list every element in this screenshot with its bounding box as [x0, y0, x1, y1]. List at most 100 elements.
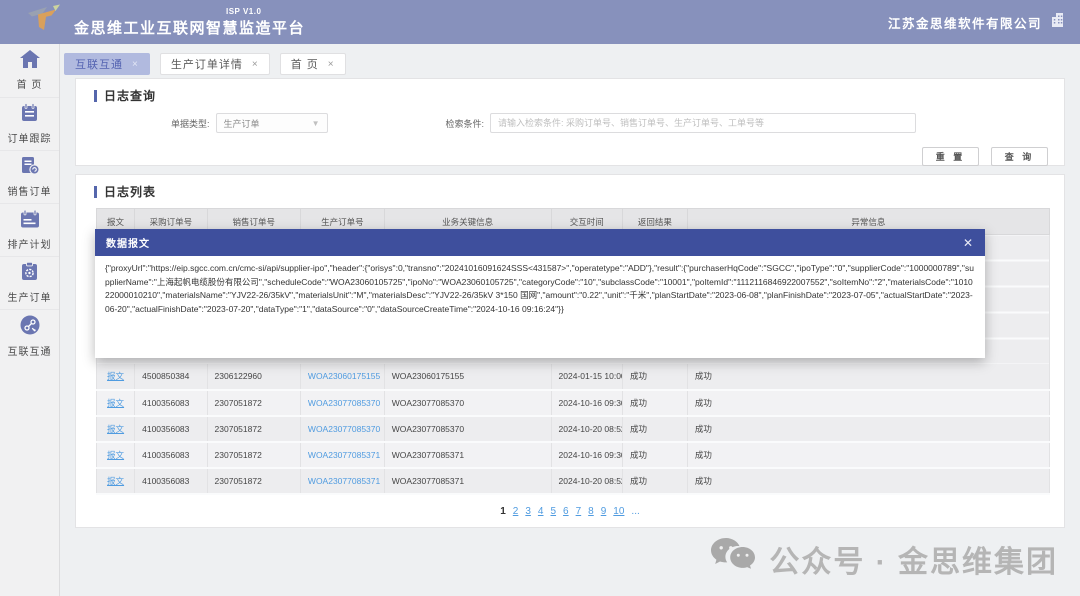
interaction-time-cell: 2024-10-16 09:30:54: [551, 390, 622, 416]
brand-block: ISP V1.0 金思维工业互联网智慧监造平台: [74, 7, 305, 38]
page-link[interactable]: 4: [538, 506, 544, 517]
tab-close-icon[interactable]: ×: [132, 59, 139, 70]
page-link[interactable]: 3: [525, 506, 531, 517]
sidebar-item-label: 互联互通: [8, 343, 52, 358]
table-row: 报文 4500850384 2306122960 WOA23060175155 …: [97, 364, 1050, 390]
reset-button[interactable]: 重 置: [922, 147, 979, 166]
sidebar-item-label: 排产计划: [8, 236, 52, 251]
sidebar-item-production-order[interactable]: 生产订单: [0, 256, 59, 309]
purchase-order-cell: 4500850384: [135, 364, 207, 390]
tab-bar: 互联互通 × 生产订单详情 × 首 页 ×: [60, 44, 1080, 78]
production-order-link[interactable]: WOA23077085370: [308, 398, 380, 408]
page-link[interactable]: 8: [588, 506, 594, 517]
tab-close-icon[interactable]: ×: [252, 59, 259, 70]
log-list-title: 日志列表: [76, 175, 1064, 200]
sidebar-item-schedule-plan[interactable]: 排产计划: [0, 203, 59, 256]
app-title: 金思维工业互联网智慧监造平台: [74, 17, 305, 38]
page-link[interactable]: 7: [576, 506, 582, 517]
tab-home[interactable]: 首 页 ×: [280, 53, 346, 75]
production-order-icon: [21, 262, 38, 286]
sidebar-item-label: 首 页: [17, 76, 43, 91]
watermark-text: 公众号 · 金思维集团: [769, 537, 1058, 581]
message-link[interactable]: 报文: [107, 371, 124, 381]
table-row: 报文 4100356083 2307051872 WOA23077085371 …: [97, 468, 1050, 494]
order-tracking-icon: [20, 103, 39, 127]
sidebar-item-label: 生产订单: [8, 289, 52, 304]
modal-header: 数据报文 ✕: [95, 229, 985, 256]
doc-type-select[interactable]: 生产订单 ▼: [216, 113, 328, 133]
purchase-order-cell: 4100356083: [135, 416, 207, 442]
business-key-cell: WOA23077085370: [384, 390, 551, 416]
production-order-link[interactable]: WOA23077085371: [308, 476, 380, 486]
purchase-order-cell: 4100356083: [135, 390, 207, 416]
query-button-row: 重 置 查 询: [76, 147, 1048, 166]
production-order-link[interactable]: WOA23077085371: [308, 450, 380, 460]
close-icon[interactable]: ✕: [963, 236, 974, 250]
data-message-modal: 数据报文 ✕ {"proxyUrl":"https://eip.sgcc.com…: [95, 229, 985, 358]
sidebar-item-label: 销售订单: [8, 183, 52, 198]
chevron-down-icon: ▼: [312, 119, 320, 128]
interaction-time-cell: 2024-10-16 09:30:55: [551, 442, 622, 468]
business-key-cell: WOA23077085370: [384, 416, 551, 442]
header-company: 江苏金思维软件有限公司: [888, 0, 1064, 44]
exception-info-cell: 成功: [687, 416, 1049, 442]
table-row: 报文 4100356083 2307051872 WOA23077085370 …: [97, 416, 1050, 442]
query-button[interactable]: 查 询: [991, 147, 1048, 166]
sidebar-item-home[interactable]: 首 页: [0, 44, 59, 97]
page-link[interactable]: 9: [601, 506, 607, 517]
title-accent-bar: [94, 90, 97, 102]
tab-label: 首 页: [291, 56, 319, 72]
table-row: 报文 4100356083 2307051872 WOA23077085371 …: [97, 442, 1050, 468]
page-ellipsis[interactable]: ...: [631, 506, 639, 517]
tab-label: 互联互通: [75, 56, 123, 72]
message-link[interactable]: 报文: [107, 476, 124, 486]
return-result-cell: 成功: [623, 442, 688, 468]
sidebar-item-label: 订单跟踪: [8, 130, 52, 145]
message-link[interactable]: 报文: [107, 398, 124, 408]
sidebar-item-interconnect[interactable]: 互联互通: [0, 309, 59, 362]
page-link[interactable]: 6: [563, 506, 569, 517]
sales-order-cell: 2307051872: [207, 390, 300, 416]
log-query-panel: 日志查询 单据类型: 生产订单 ▼ 检索条件: 重 置 查 询: [75, 78, 1065, 166]
search-condition-label: 检索条件:: [446, 117, 485, 130]
exception-info-cell: 成功: [687, 468, 1049, 494]
query-form-row: 单据类型: 生产订单 ▼ 检索条件:: [76, 113, 1064, 133]
purchase-order-cell: 4100356083: [135, 442, 207, 468]
interconnect-icon: [20, 315, 40, 340]
return-result-cell: 成功: [623, 390, 688, 416]
production-order-link[interactable]: WOA23060175155: [308, 371, 380, 381]
sales-order-icon: [20, 156, 40, 180]
message-link[interactable]: 报文: [107, 424, 124, 434]
tab-interconnect[interactable]: 互联互通 ×: [64, 53, 150, 75]
production-order-link[interactable]: WOA23077085370: [308, 424, 380, 434]
return-result-cell: 成功: [623, 416, 688, 442]
schedule-plan-icon: [20, 210, 40, 233]
modal-title: 数据报文: [106, 235, 150, 250]
return-result-cell: 成功: [623, 364, 688, 390]
tab-close-icon[interactable]: ×: [328, 59, 335, 70]
sidebar-item-order-tracking[interactable]: 订单跟踪: [0, 97, 59, 150]
sales-order-cell: 2306122960: [207, 364, 300, 390]
sidebar-item-sales-order[interactable]: 销售订单: [0, 150, 59, 203]
doc-type-label: 单据类型:: [171, 117, 210, 130]
exception-info-cell: 成功: [687, 364, 1049, 390]
page-link[interactable]: 5: [550, 506, 556, 517]
tab-label: 生产订单详情: [171, 56, 243, 72]
purchase-order-cell: 4100356083: [135, 468, 207, 494]
page-current[interactable]: 1: [500, 506, 506, 517]
app-logo-icon: [26, 4, 64, 41]
sales-order-cell: 2307051872: [207, 442, 300, 468]
sales-order-cell: 2307051872: [207, 468, 300, 494]
interaction-time-cell: 2024-01-15 10:00:46: [551, 364, 622, 390]
company-name: 江苏金思维软件有限公司: [888, 13, 1042, 32]
exception-info-cell: 成功: [687, 390, 1049, 416]
app-header: ISP V1.0 金思维工业互联网智慧监造平台 江苏金思维软件有限公司: [0, 0, 1080, 44]
interaction-time-cell: 2024-10-20 08:52:47: [551, 468, 622, 494]
page-link[interactable]: 10: [613, 506, 624, 517]
search-input[interactable]: [490, 113, 916, 133]
page-link[interactable]: 2: [513, 506, 519, 517]
modal-message-content: {"proxyUrl":"https://eip.sgcc.com.cn/cmc…: [95, 256, 985, 358]
message-link[interactable]: 报文: [107, 450, 124, 460]
business-key-cell: WOA23077085371: [384, 442, 551, 468]
tab-production-order-detail[interactable]: 生产订单详情 ×: [160, 53, 270, 75]
